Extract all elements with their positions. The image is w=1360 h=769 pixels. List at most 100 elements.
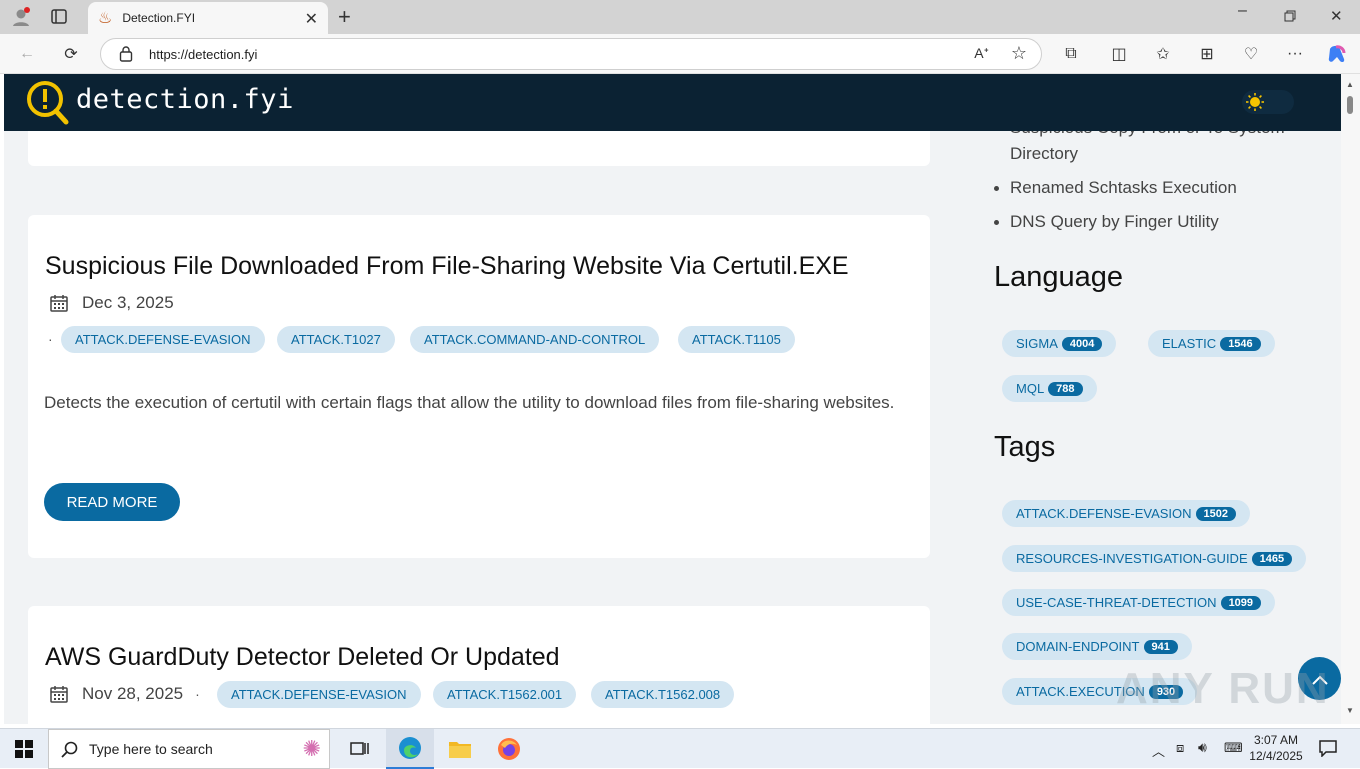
site-logo-text[interactable]: detection.fyi <box>76 84 294 115</box>
minimize-icon[interactable]: – <box>1238 2 1247 20</box>
scroll-up-arrow-icon[interactable]: ▲ <box>1346 80 1354 89</box>
scrollbar-thumb[interactable] <box>1347 96 1353 114</box>
chip-count: 1465 <box>1251 551 1293 566</box>
browser-toolbar: ← ⟳ https://detection.fyi Aᐩ ☆ ⧉ ◫ ✩ ⊞ ♡… <box>0 34 1360 74</box>
chip-label: DOMAIN-ENDPOINT <box>1016 639 1140 654</box>
browser-essentials-icon[interactable]: ♡ <box>1236 39 1266 69</box>
card-title[interactable]: AWS GuardDuty Detector Deleted Or Update… <box>45 643 560 672</box>
date-text: Nov 28, 2025 <box>82 684 184 703</box>
input-method-icon[interactable]: ⌨︎ <box>1224 740 1243 756</box>
tag-chip[interactable]: ATTACK.DEFENSE-EVASION <box>61 326 265 353</box>
refresh-icon[interactable]: ⟳ <box>56 39 86 69</box>
date-text: Dec 3, 2025 <box>82 293 174 312</box>
tags-heading: Tags <box>994 431 1056 463</box>
firefox-icon[interactable] <box>497 737 521 761</box>
file-explorer-icon[interactable] <box>448 738 472 760</box>
anyrun-watermark: ANY RUN <box>1116 664 1330 713</box>
notification-icon[interactable] <box>1318 739 1338 758</box>
search-icon <box>61 741 79 759</box>
tag-chip[interactable]: ATTACK.T1562.008 <box>591 681 735 708</box>
tag-filter-chip[interactable]: USE-CASE-THREAT-DETECTION 1099 <box>1002 589 1276 616</box>
web-page: Suspicious File Downloaded From File-Sha… <box>4 74 1341 724</box>
search-placeholder: Type here to search <box>89 741 213 757</box>
task-view-icon[interactable] <box>350 740 370 758</box>
tab-detection-fyi[interactable]: ♨ Detection.FYI ✕ <box>88 2 328 34</box>
chevron-up-icon[interactable]: ︿ <box>1152 741 1165 760</box>
windows-start-icon[interactable] <box>15 740 33 758</box>
tag-chip[interactable]: ATTACK.T1105 <box>678 326 795 353</box>
calendar-icon <box>50 685 68 703</box>
chip-label: MQL <box>1016 381 1045 396</box>
tag-chip[interactable]: ATTACK.DEFENSE-EVASION <box>217 681 421 708</box>
vertical-scrollbar[interactable]: ▲ ▼ <box>1341 74 1360 724</box>
tab-title: Detection.FYI <box>122 11 196 25</box>
favorite-star-icon[interactable]: ☆ <box>1011 43 1027 64</box>
split-screen-icon[interactable]: ◫ <box>1104 39 1134 69</box>
card-title[interactable]: Suspicious File Downloaded From File-Sha… <box>45 252 849 281</box>
collections-icon[interactable]: ⊞ <box>1192 39 1222 69</box>
new-tab-icon[interactable]: + <box>338 4 351 30</box>
tab-actions-icon[interactable] <box>50 8 68 26</box>
read-aloud-icon[interactable]: Aᐩ <box>974 45 989 62</box>
chip-count: 1546 <box>1220 336 1261 351</box>
card-description: Detects the execution of certutil with c… <box>44 393 895 412</box>
taskbar-search-box[interactable]: Type here to search ✺ <box>48 729 330 769</box>
tag-filter-chip[interactable]: DOMAIN-ENDPOINT 941 <box>1002 633 1192 660</box>
theme-toggle[interactable] <box>1242 90 1294 114</box>
restore-icon[interactable] <box>1284 9 1296 22</box>
recent-item-link[interactable]: DNS Query by Finger Utility <box>1010 212 1219 231</box>
sidebar: Suspicious Copy From or To System Direct… <box>962 118 1341 724</box>
card-date: Nov 28, 2025 · <box>50 684 200 704</box>
result-card: AWS GuardDuty Detector Deleted Or Update… <box>28 606 930 724</box>
calendar-icon <box>50 294 68 312</box>
logo-icon[interactable] <box>26 80 70 126</box>
chip-count: 788 <box>1048 381 1083 396</box>
close-window-icon[interactable]: ✕ <box>1330 7 1343 25</box>
tab-strip: ♨ Detection.FYI ✕ + – ✕ <box>0 0 1360 34</box>
recent-item[interactable]: DNS Query by Finger Utility <box>994 209 1219 235</box>
lock-icon[interactable] <box>119 45 133 63</box>
chip-count: 4004 <box>1061 336 1103 351</box>
tag-filter-chip[interactable]: RESOURCES-INVESTIGATION-GUIDE 1465 <box>1002 545 1307 572</box>
tag-chip[interactable]: ATTACK.T1027 <box>277 326 395 353</box>
edge-taskbar-icon[interactable] <box>386 729 434 769</box>
tag-filter-chip[interactable]: ATTACK.DEFENSE-EVASION 1502 <box>1002 500 1251 527</box>
tag-chip[interactable]: ATTACK.COMMAND-AND-CONTROL <box>410 326 660 353</box>
address-bar[interactable]: https://detection.fyi Aᐩ ☆ <box>100 38 1042 70</box>
url-text[interactable]: https://detection.fyi <box>149 47 257 62</box>
chip-label: ATTACK.DEFENSE-EVASION <box>1016 506 1192 521</box>
windows-taskbar: Type here to search ✺ ︿ ⧈ 🔊︎ ⌨︎ 3:07 AM … <box>0 728 1360 769</box>
chip-label: SIGMA <box>1016 336 1058 351</box>
extensions-icon[interactable]: ⧉ <box>1056 39 1086 69</box>
read-more-button[interactable]: READ MORE <box>44 483 180 521</box>
site-header: detection.fyi <box>4 74 1341 131</box>
chip-count: 1099 <box>1220 595 1262 610</box>
close-tab-icon[interactable]: ✕ <box>305 9 318 29</box>
profile-icon[interactable] <box>10 6 32 28</box>
sun-icon <box>1246 93 1264 111</box>
tag-separator: · <box>48 331 53 347</box>
chip-label: RESOURCES-INVESTIGATION-GUIDE <box>1016 551 1248 566</box>
language-chip[interactable]: ELASTIC 1546 <box>1148 330 1275 357</box>
recent-item-link[interactable]: Renamed Schtasks Execution <box>1010 178 1237 197</box>
search-highlight-icon: ✺ <box>302 736 321 761</box>
system-clock[interactable]: 3:07 AM 12/4/2025 <box>1248 732 1304 764</box>
copilot-icon[interactable] <box>1322 39 1352 69</box>
back-icon[interactable]: ← <box>12 39 42 69</box>
language-chip[interactable]: SIGMA 4004 <box>1002 330 1117 357</box>
language-chip[interactable]: MQL 788 <box>1002 375 1097 402</box>
scroll-down-arrow-icon[interactable]: ▼ <box>1346 706 1354 715</box>
tag-separator: · <box>195 686 200 702</box>
tag-chip[interactable]: ATTACK.T1562.001 <box>433 681 577 708</box>
chip-label: ELASTIC <box>1162 336 1217 351</box>
chip-label: USE-CASE-THREAT-DETECTION <box>1016 595 1217 610</box>
favorites-icon[interactable]: ✩ <box>1148 39 1178 69</box>
volume-icon[interactable]: 🔊︎ <box>1198 739 1207 756</box>
more-menu-icon[interactable]: ··· <box>1280 39 1310 69</box>
clock-date: 12/4/2025 <box>1249 749 1303 763</box>
network-icon[interactable]: ⧈ <box>1176 740 1184 756</box>
chip-count: 1502 <box>1195 506 1237 521</box>
recent-item[interactable]: Renamed Schtasks Execution <box>994 175 1237 201</box>
language-heading: Language <box>994 261 1124 293</box>
chip-count: 941 <box>1143 639 1178 654</box>
